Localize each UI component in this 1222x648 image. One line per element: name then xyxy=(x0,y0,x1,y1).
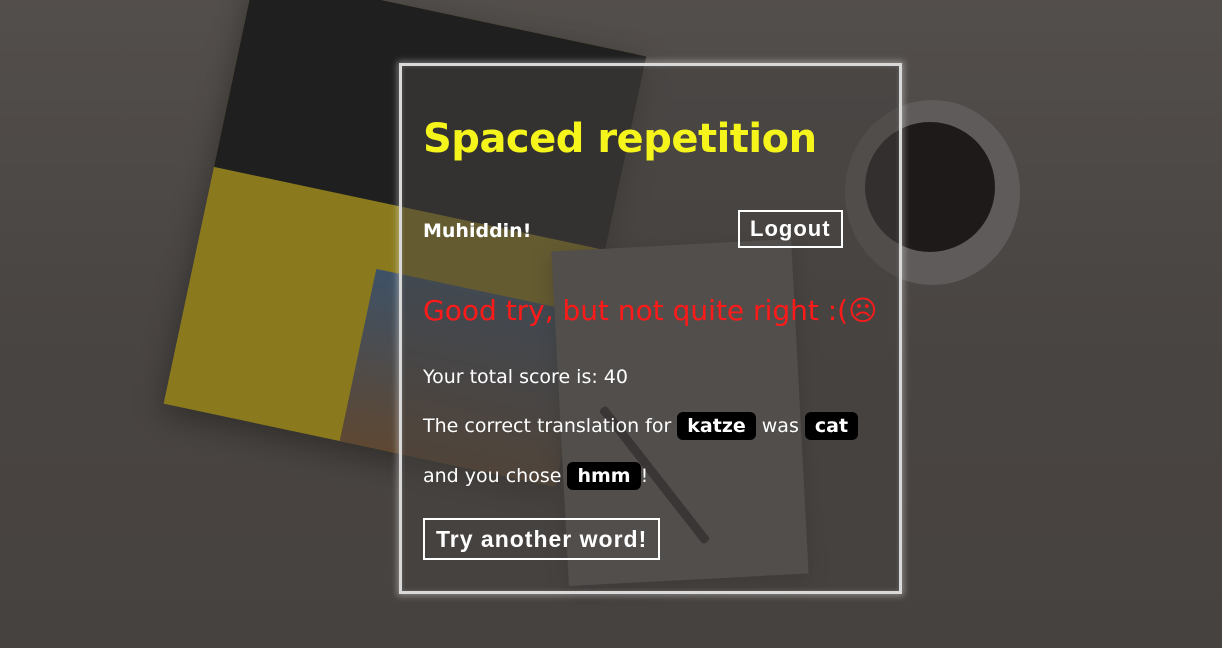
guess-sentence: and you chose hmm ! xyxy=(423,462,648,490)
user-guess-badge: hmm xyxy=(567,462,641,490)
frowning-face-icon: ☹ xyxy=(848,294,878,327)
score-text: Your total score is: 40 xyxy=(423,366,628,388)
username-label: Muhiddin! xyxy=(423,220,532,242)
translation-sentence: The correct translation for katze was ca… xyxy=(423,412,864,440)
original-word-badge: katze xyxy=(677,412,756,440)
logout-button[interactable]: Logout xyxy=(738,210,843,248)
try-another-word-button[interactable]: Try another word! xyxy=(423,518,661,560)
feedback-message: Good try, but not quite right :(☹ xyxy=(423,294,878,327)
page-title: Spaced repetition xyxy=(423,116,817,162)
correct-translation-badge: cat xyxy=(804,412,859,440)
main-panel: Spaced repetition Muhiddin! Logout Good … xyxy=(399,63,902,594)
